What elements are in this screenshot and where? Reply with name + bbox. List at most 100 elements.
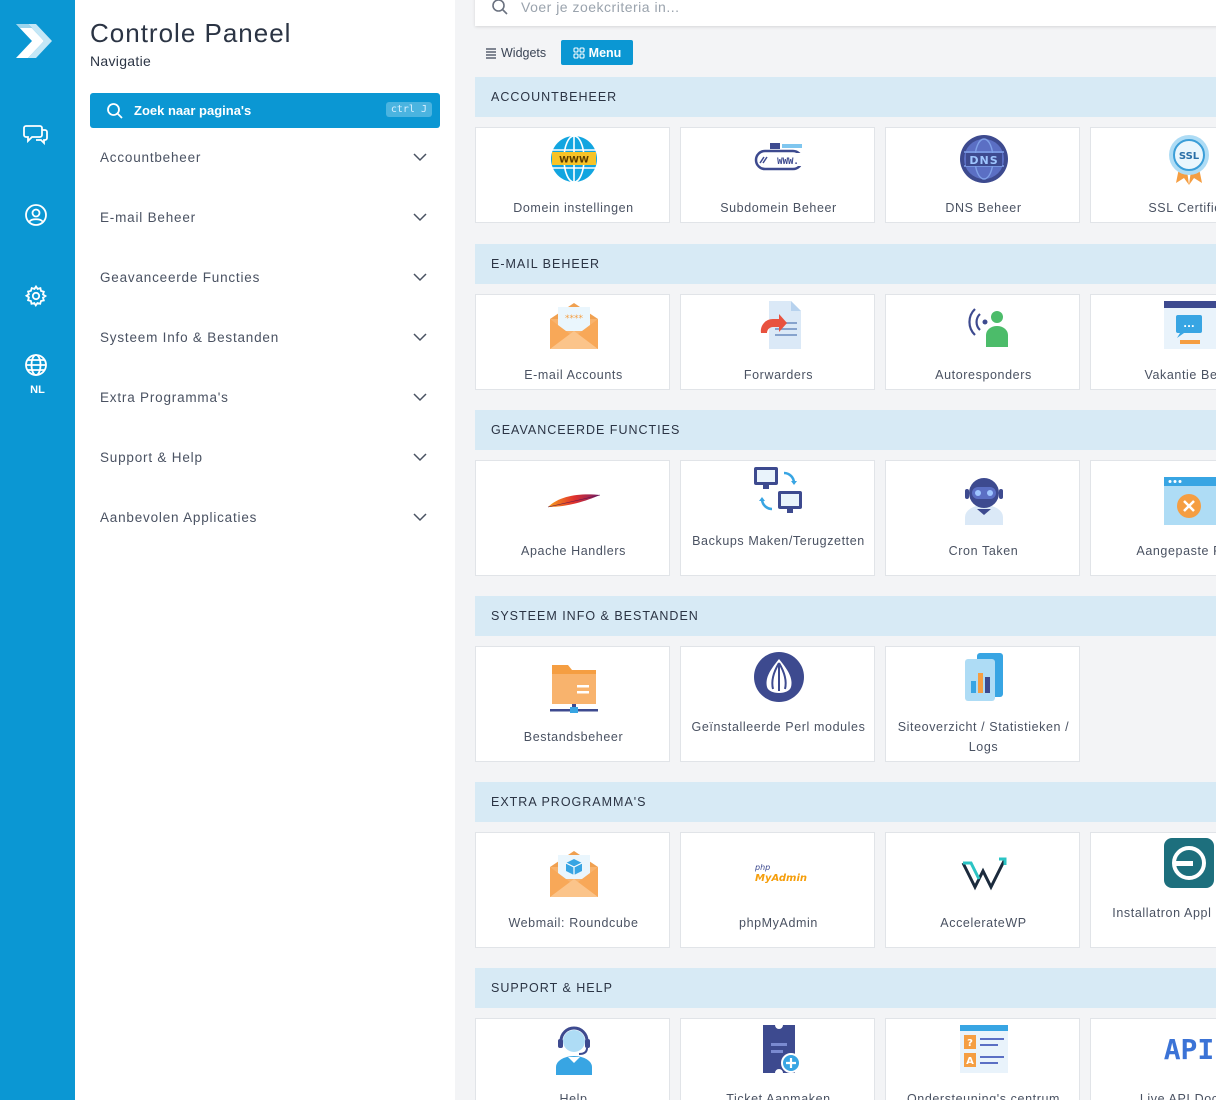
grid-icon <box>573 46 585 59</box>
user-account-icon[interactable] <box>20 199 52 231</box>
section-header-email-beheer[interactable]: E-MAIL BEHEER <box>475 244 1216 284</box>
card-label: Vakantie Beric <box>1144 368 1216 382</box>
logo-text: php <box>754 863 770 872</box>
card-backups[interactable]: Backups Maken/Terugzetten <box>680 460 875 576</box>
error-window-icon <box>1163 477 1216 525</box>
card-label: DNS Beheer <box>945 201 1022 215</box>
card-vakantie-berichten[interactable]: ... Vakantie Beric <box>1090 294 1216 390</box>
view-menu-toggle[interactable]: Menu <box>561 40 633 65</box>
card-autoresponders[interactable]: Autoresponders <box>885 294 1080 390</box>
view-menu-label: Menu <box>588 45 622 60</box>
nav-item-label: Accountbeheer <box>100 149 202 165</box>
nav-item-systeem-info[interactable]: Systeem Info & Bestanden <box>90 317 440 357</box>
globe-www-icon: WWW <box>550 135 597 183</box>
backup-monitors-icon <box>753 467 802 513</box>
card-label: Installatron Appl Installer <box>1112 906 1216 920</box>
nav-item-geavanceerde-functies[interactable]: Geavanceerde Functies <box>90 257 440 297</box>
logo-text: MyAdmin <box>755 873 807 884</box>
card-label: Live API Docum <box>1139 1092 1216 1100</box>
card-label: Bestandsbeheer <box>523 730 624 744</box>
card-email-accounts[interactable]: **** E-mail Accounts <box>475 294 670 390</box>
card-phpmyadmin[interactable]: php MyAdmin phpMyAdmin <box>680 832 875 948</box>
nav-item-label: Geavanceerde Functies <box>100 269 261 285</box>
chevron-down-icon <box>413 513 427 522</box>
ticket-icon <box>762 1025 801 1073</box>
main-search-bar <box>475 0 1216 26</box>
language-label[interactable]: NL <box>0 384 75 396</box>
card-ondersteuningscentrum[interactable]: ? A Ondersteuning's centrum <box>885 1018 1080 1100</box>
svg-text:SSL: SSL <box>1178 151 1199 162</box>
card-subdomein-beheer[interactable]: WWW. Subdomein Beheer <box>680 127 875 223</box>
nav-item-extra-programmas[interactable]: Extra Programma's <box>90 377 440 417</box>
card-installatron[interactable]: Installatron Appl Installer <box>1090 832 1216 948</box>
card-help[interactable]: Help <box>475 1018 670 1100</box>
keyboard-shortcut-badge: ctrl J <box>385 102 432 117</box>
list-icon <box>486 48 496 59</box>
card-ticket-aanmaken[interactable]: Ticket Aanmaken <box>680 1018 875 1100</box>
nav-item-accountbeheer[interactable]: Accountbeheer <box>90 137 440 177</box>
search-label: Zoek naar pagina's <box>134 103 252 118</box>
view-widgets-toggle[interactable]: Widgets <box>485 41 546 65</box>
settings-gear-icon[interactable] <box>20 280 52 312</box>
view-widgets-label: Widgets <box>501 46 547 60</box>
card-cron-taken[interactable]: Cron Taken <box>885 460 1080 576</box>
section-header-extra-programmas[interactable]: EXTRA PROGRAMMA'S <box>475 782 1216 822</box>
nav-item-email-beheer[interactable]: E-mail Beheer <box>90 197 440 237</box>
section-header-geavanceerde-functies[interactable]: GEAVANCEERDE FUNCTIES <box>475 410 1216 450</box>
svg-text:****: **** <box>565 314 584 324</box>
svg-text:?: ? <box>967 1038 973 1049</box>
card-perl-modules[interactable]: Geïnstalleerde Perl modules <box>680 646 875 762</box>
page-search-button[interactable]: Zoek naar pagina's ctrl J <box>90 93 440 128</box>
card-aangepaste-foutpaginas[interactable]: Aangepaste Fout <box>1090 460 1216 576</box>
section-header-systeem-info[interactable]: SYSTEEM INFO & BESTANDEN <box>475 596 1216 636</box>
chevron-down-icon <box>413 333 427 342</box>
page-title: Controle Paneel <box>90 18 292 48</box>
card-bestandsbeheer[interactable]: Bestandsbeheer <box>475 646 670 762</box>
installatron-icon <box>1163 838 1214 888</box>
navigation-panel: Controle Paneel Navigatie Zoek naar pagi… <box>75 0 455 1100</box>
nav-item-label: Systeem Info & Bestanden <box>100 329 280 345</box>
envelope-icon: **** <box>549 303 598 349</box>
card-live-api-documentatie[interactable]: API Live API Docum <box>1090 1018 1216 1100</box>
nav-item-label: Support & Help <box>100 449 203 465</box>
main-content: Widgets Menu ACCOUNTBEHEER WWW Domein in… <box>455 0 1216 1100</box>
statistics-icon <box>964 653 1003 701</box>
language-globe-icon[interactable] <box>20 349 52 381</box>
card-webmail-roundcube[interactable]: Webmail: Roundcube <box>475 832 670 948</box>
card-ssl-certificaten[interactable]: SSL SSL Certifica <box>1090 127 1216 223</box>
section-header-accountbeheer[interactable]: ACCOUNTBEHEER <box>475 77 1216 117</box>
card-apache-handlers[interactable]: Apache Handlers <box>475 460 670 576</box>
nav-item-support-help[interactable]: Support & Help <box>90 437 440 477</box>
card-dns-beheer[interactable]: DNS DNS Beheer <box>885 127 1080 223</box>
robot-icon <box>964 478 1003 525</box>
subdomain-icon: WWW. <box>754 143 806 171</box>
perl-onion-icon <box>753 652 804 702</box>
section-header-support-help[interactable]: SUPPORT & HELP <box>475 968 1216 1008</box>
phpmyadmin-icon: php MyAdmin <box>754 863 807 884</box>
chevron-down-icon <box>413 393 427 402</box>
card-domein-instellingen[interactable]: WWW Domein instellingen <box>475 127 670 223</box>
folder-network-icon <box>549 665 598 713</box>
card-label: AccelerateWP <box>940 916 1027 930</box>
card-acceleratewp[interactable]: AccelerateWP <box>885 832 1080 948</box>
svg-text:DNS: DNS <box>969 154 998 167</box>
logo-text: API <box>1163 1033 1214 1065</box>
search-icon <box>107 102 123 119</box>
nav-item-aanbevolen-applicaties[interactable]: Aanbevolen Applicaties <box>90 497 440 537</box>
main-search-input[interactable] <box>521 0 1121 15</box>
card-forwarders[interactable]: Forwarders <box>680 294 875 390</box>
card-label: Domein instellingen <box>513 201 634 215</box>
card-label: Forwarders <box>743 368 814 382</box>
chat-icon[interactable] <box>20 118 52 150</box>
chevron-down-icon <box>413 453 427 462</box>
vacation-message-icon: ... <box>1163 301 1216 349</box>
roundcube-icon <box>549 851 598 897</box>
chevron-down-icon <box>413 153 427 162</box>
card-label: Aangepaste Fout <box>1136 544 1216 558</box>
nav-item-label: E-mail Beheer <box>100 209 196 225</box>
nav-item-label: Aanbevolen Applicaties <box>100 509 258 525</box>
dns-globe-icon: DNS <box>959 135 1008 183</box>
card-label: Geïnstalleerde Perl modules <box>691 720 866 734</box>
app-logo-icon[interactable] <box>14 20 54 62</box>
card-siteoverzicht-statistieken[interactable]: Siteoverzicht / Statistieken / Logs <box>885 646 1080 762</box>
